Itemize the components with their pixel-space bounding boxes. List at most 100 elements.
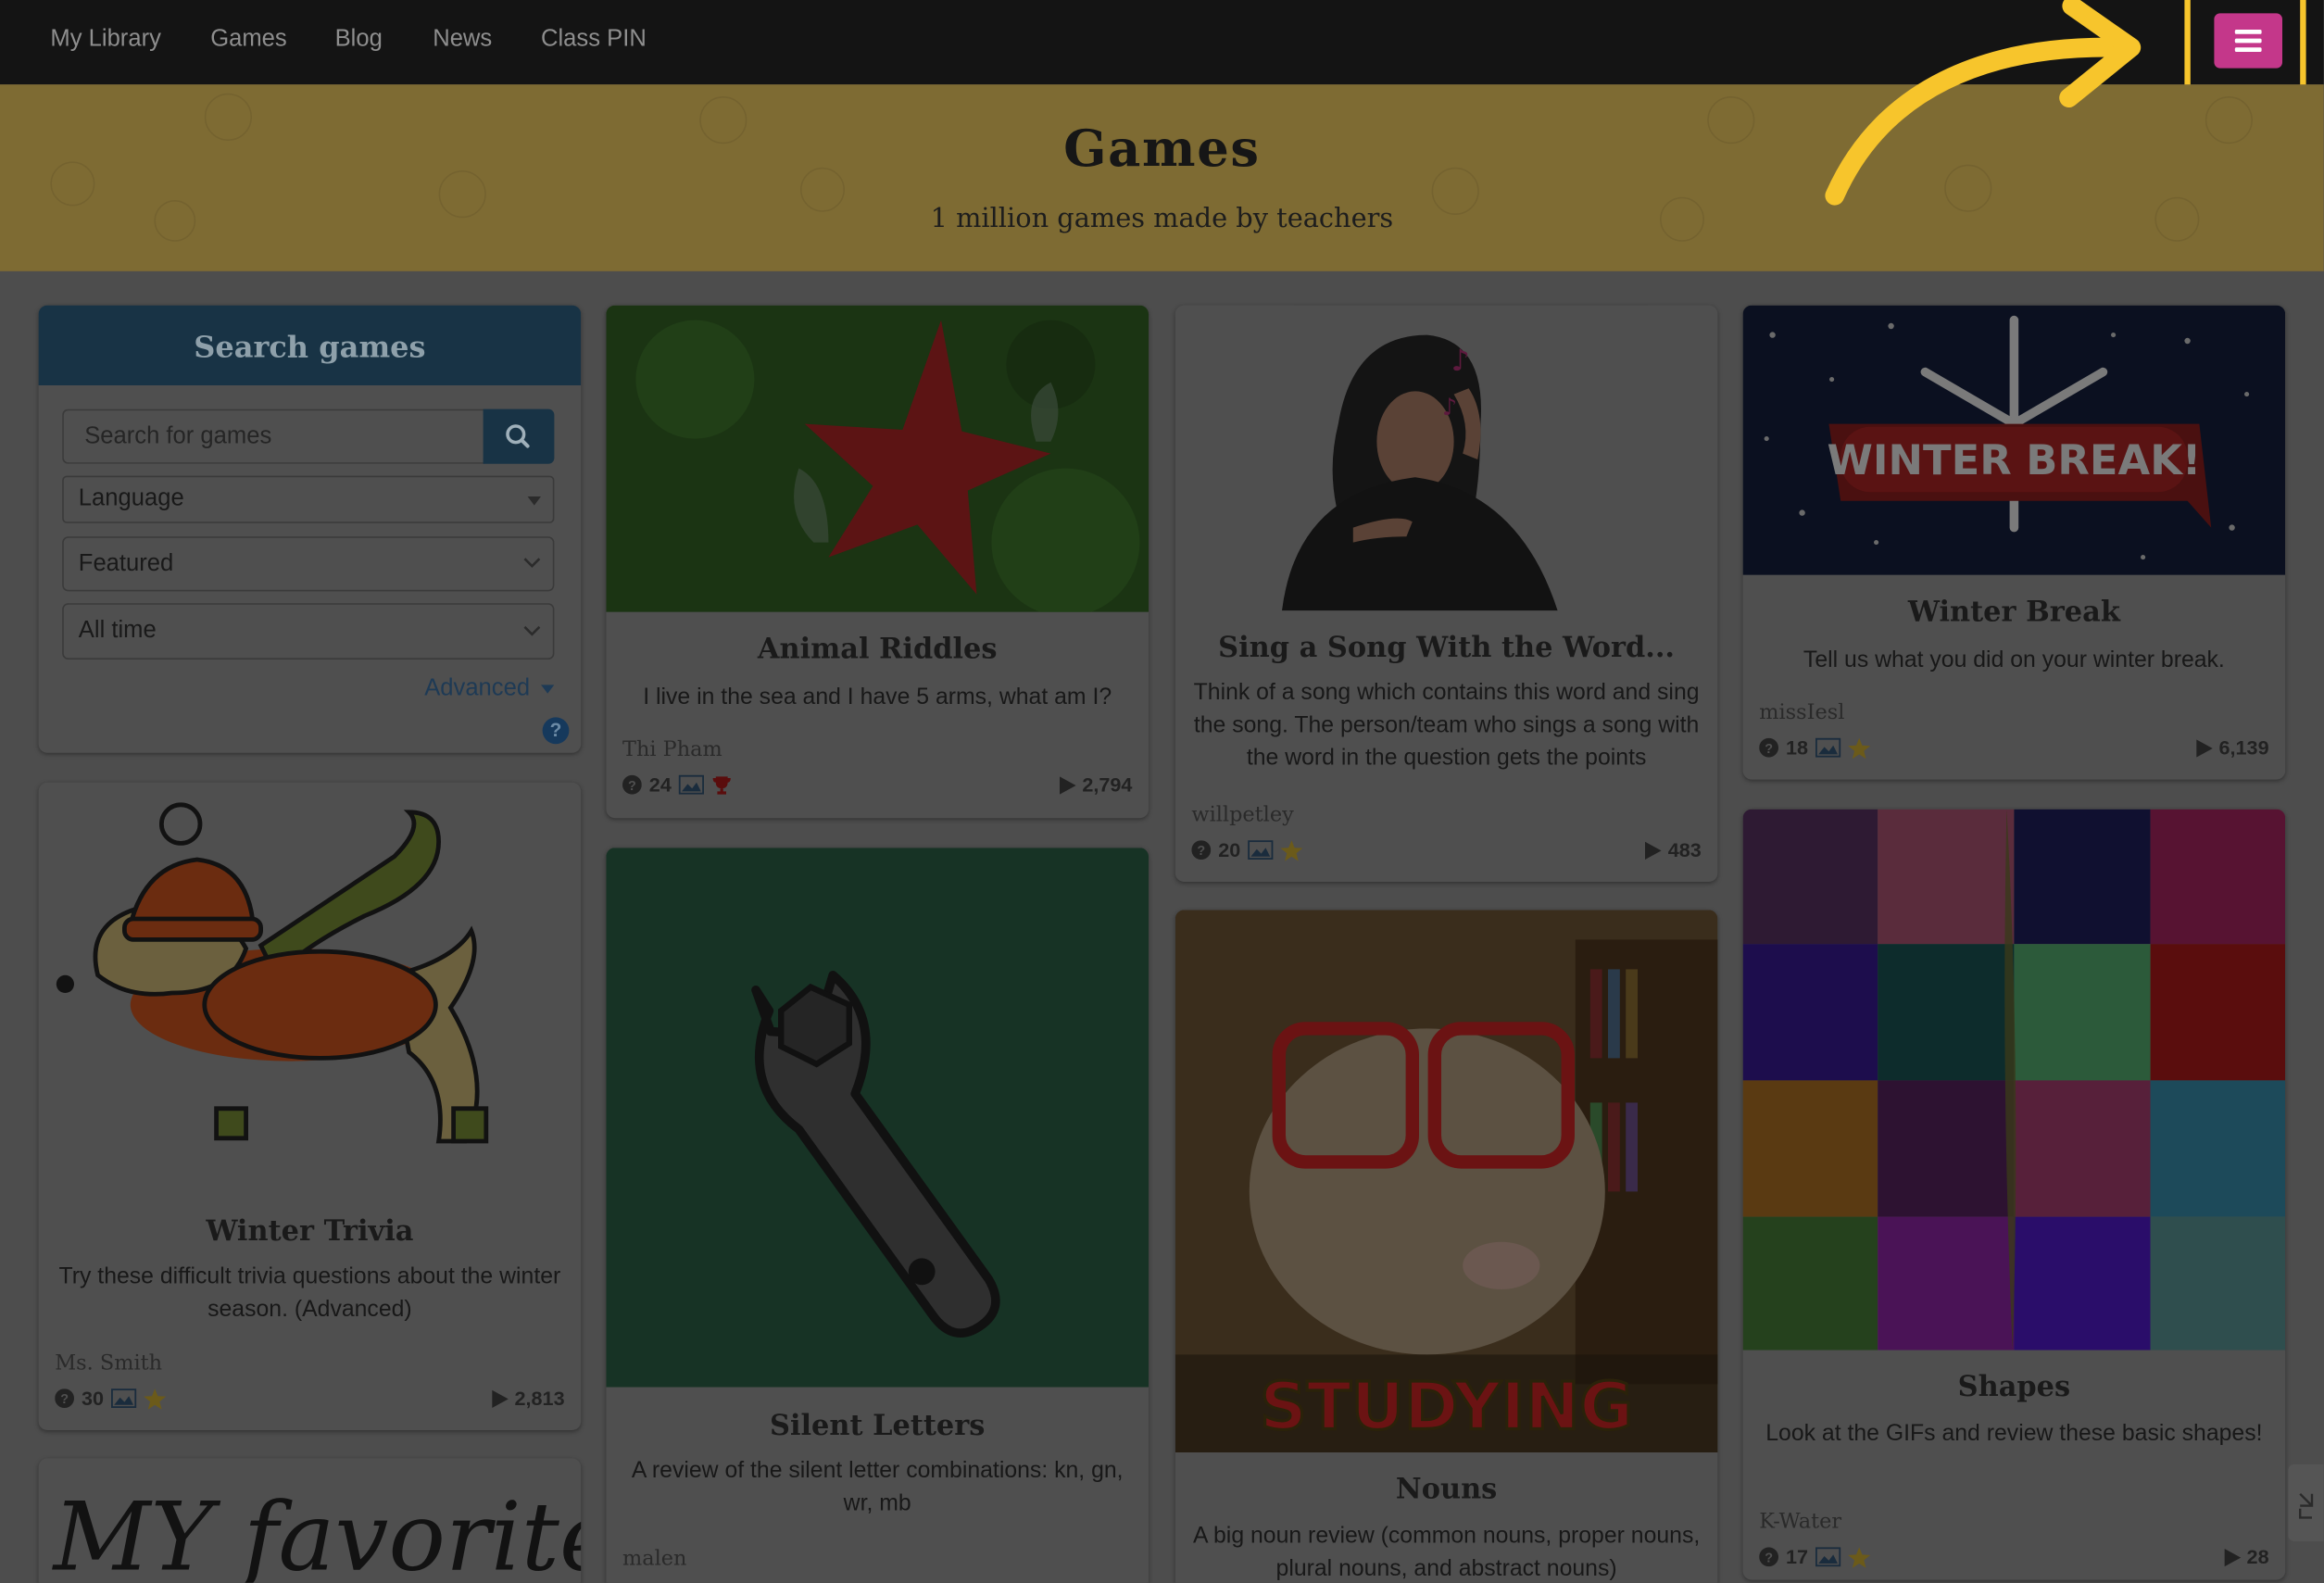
game-author[interactable]: missIesl xyxy=(1759,701,1844,725)
question-count: 18 xyxy=(1786,736,1809,760)
game-description: Think of a song which contains this word… xyxy=(1193,680,1700,771)
nav-news[interactable]: News xyxy=(433,27,492,54)
search-button[interactable] xyxy=(483,408,555,464)
play-icon xyxy=(2224,1548,2242,1566)
star-icon xyxy=(1848,1546,1871,1567)
game-description: Tell us what you did on your winter brea… xyxy=(1803,647,2225,673)
play-icon xyxy=(492,1389,509,1408)
question-count: 17 xyxy=(1786,1545,1809,1568)
game-title[interactable]: Winter Break xyxy=(1743,596,2286,628)
game-title[interactable]: Winter Trivia xyxy=(39,1215,582,1248)
play-icon xyxy=(2196,738,2214,757)
game-card-winter-trivia[interactable]: Winter Trivia Try these difficult trivia… xyxy=(38,782,582,1430)
time-range-select[interactable]: All time xyxy=(62,603,555,660)
image-icon xyxy=(678,774,705,795)
advanced-search-toggle[interactable]: Advanced xyxy=(424,676,555,703)
game-author[interactable]: Thi Pham xyxy=(622,738,722,762)
star-icon xyxy=(1848,737,1871,759)
image-icon xyxy=(1248,840,1274,860)
language-select[interactable]: Language xyxy=(62,475,555,523)
search-games-panel: Search games Language Featured All time … xyxy=(38,305,582,753)
game-description: A big noun review (common nouns, proper … xyxy=(1192,1523,1701,1582)
play-icon xyxy=(1060,775,1076,794)
nav-games[interactable]: Games xyxy=(210,27,287,54)
winter-dog-image xyxy=(56,802,489,1144)
svg-text:?: ? xyxy=(1197,844,1205,859)
svg-text:?: ? xyxy=(60,1392,69,1407)
game-title[interactable]: Silent Letters xyxy=(606,1410,1149,1442)
game-title[interactable]: Nouns xyxy=(1175,1473,1718,1505)
question-circle-icon: ? xyxy=(622,774,642,795)
help-icon[interactable]: ? xyxy=(542,717,570,745)
question-circle-icon: ? xyxy=(1191,840,1212,860)
play-count: 2,813 xyxy=(514,1387,565,1410)
search-panel-header: Search games xyxy=(38,305,582,385)
search-icon xyxy=(506,424,530,448)
game-title[interactable]: Animal Riddles xyxy=(606,633,1149,665)
star-icon xyxy=(144,1388,167,1409)
game-author[interactable]: willpetley xyxy=(1191,803,1293,827)
play-count: 28 xyxy=(2246,1545,2269,1568)
sort-select-label: Featured xyxy=(78,550,174,576)
collapse-arrows-icon xyxy=(2299,1492,2314,1519)
menu-highlight-box xyxy=(2184,0,2306,94)
game-author[interactable]: malen xyxy=(622,1547,686,1571)
wrench-image xyxy=(606,848,1149,1388)
search-input[interactable] xyxy=(62,408,485,464)
game-stats: ? 24 2,794 xyxy=(622,773,1132,798)
svg-text:♪: ♪ xyxy=(1442,394,1457,421)
annotation-arrow xyxy=(1825,0,2142,206)
star-icon xyxy=(1280,839,1303,861)
caret-down-icon xyxy=(527,496,541,506)
nav-blog[interactable]: Blog xyxy=(335,27,383,54)
search-panel-title: Search games xyxy=(194,329,426,365)
sort-select[interactable]: Featured xyxy=(62,536,555,592)
time-range-label: All time xyxy=(78,618,157,644)
play-count: 2,794 xyxy=(1082,773,1133,797)
svg-text:♪: ♪ xyxy=(1451,343,1469,378)
chevron-down-icon xyxy=(523,625,541,636)
game-description: Try these difficult trivia questions abo… xyxy=(58,1263,561,1323)
caret-down-icon xyxy=(541,684,555,694)
nav-my-library[interactable]: My Library xyxy=(50,27,161,54)
nav-class-pin[interactable]: Class PIN xyxy=(541,27,647,54)
image-icon xyxy=(1815,1547,1841,1567)
svg-text:?: ? xyxy=(1765,742,1773,757)
game-stats: ? 17 28 xyxy=(1759,1545,2269,1570)
game-description: Look at the GIFs and review these basic … xyxy=(1765,1421,2263,1447)
game-card-nouns[interactable]: STUDYING Nouns A big noun review (common… xyxy=(1175,910,1718,1583)
chevron-down-icon xyxy=(523,558,541,569)
game-stats: ? 20 483 xyxy=(1191,838,1702,863)
game-author[interactable]: Ms. Smith xyxy=(55,1351,162,1376)
game-title[interactable]: Shapes xyxy=(1743,1371,2286,1403)
play-count: 6,139 xyxy=(2218,736,2269,760)
game-card-silent-letters[interactable]: Silent Letters A review of the silent le… xyxy=(606,848,1149,1583)
question-count: 20 xyxy=(1218,838,1241,861)
game-description: A review of the silent letter combinatio… xyxy=(631,1458,1124,1516)
image-icon xyxy=(1815,737,1841,758)
my-favorite-image-text: MY favorite xyxy=(53,1483,582,1583)
question-circle-icon: ? xyxy=(1759,1547,1778,1567)
game-card-animal-riddles[interactable]: Animal Riddles I live in the sea and I h… xyxy=(606,305,1149,819)
game-card-shapes[interactable]: Shapes Look at the GIFs and review these… xyxy=(1742,809,2286,1580)
singer-image: ♪ ♪ xyxy=(1175,305,1718,611)
game-card-sing-a-song[interactable]: ♪ ♪ Sing a Song With the Word... Think o… xyxy=(1175,305,1718,883)
question-circle-icon: ? xyxy=(55,1388,74,1408)
studying-pig-image: STUDYING xyxy=(1175,910,1718,1452)
winter-break-image: WINTER BREAK! xyxy=(1742,305,2286,575)
starfish-image xyxy=(606,305,1149,612)
image-icon xyxy=(111,1388,137,1408)
game-card-winter-break[interactable]: WINTER BREAK! Winter Break Tell us what … xyxy=(1742,305,2286,780)
game-author[interactable]: K-Water xyxy=(1759,1510,1841,1534)
color-grid-image xyxy=(1742,809,2286,1351)
studying-caption: STUDYING xyxy=(1260,1368,1633,1444)
game-card-my-favorite[interactable]: MY favorite xyxy=(38,1458,582,1583)
svg-text:?: ? xyxy=(628,779,636,794)
winter-break-banner-text: WINTER BREAK! xyxy=(1827,435,2201,484)
game-stats: ? 18 6,139 xyxy=(1759,736,2269,760)
question-circle-icon: ? xyxy=(1759,737,1778,758)
play-icon xyxy=(1645,841,1663,860)
game-title[interactable]: Sing a Song With the Word... xyxy=(1175,632,1718,664)
side-feedback-tab[interactable] xyxy=(2288,1464,2324,1541)
game-stats: ? 30 2,813 xyxy=(55,1387,565,1412)
